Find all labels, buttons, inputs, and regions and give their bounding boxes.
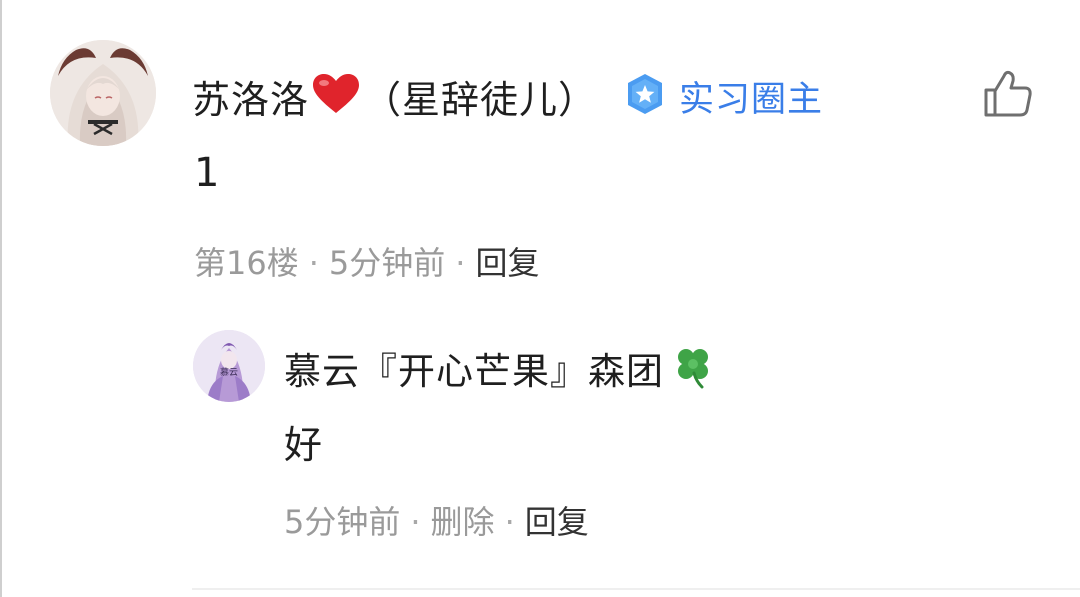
thumbs-up-icon	[982, 70, 1034, 124]
badge-label: 实习圈主	[679, 79, 824, 120]
reply-content: 好	[284, 423, 323, 467]
reply-avatar[interactable]: 慕云	[193, 330, 265, 402]
star-shield-icon	[625, 73, 665, 119]
author-name-suffix[interactable]: （星辞徒儿）	[363, 69, 597, 124]
reply-meta: 5分钟前 · 删除 · 回复	[284, 497, 589, 543]
meta-separator: ·	[504, 503, 515, 541]
meta-separator: ·	[455, 244, 466, 282]
divider	[192, 588, 1080, 590]
timestamp: 5分钟前	[284, 503, 401, 541]
comment-content: 1	[194, 150, 220, 196]
reply-button[interactable]: 回复	[475, 244, 539, 282]
comment-item: 苏洛洛 （星辞徒儿） 实习圈主 1 第16楼 · 5分钟前 · 回复 慕云 慕云…	[0, 0, 1080, 597]
author-row: 苏洛洛 （星辞徒儿） 实习圈主	[192, 66, 823, 126]
heart-icon	[311, 73, 361, 119]
meta-separator: ·	[308, 244, 319, 282]
delete-button[interactable]: 删除	[431, 503, 495, 541]
role-badge[interactable]: 实习圈主	[625, 71, 823, 122]
timestamp: 5分钟前	[328, 244, 446, 282]
comment-meta: 第16楼 · 5分钟前 · 回复	[194, 238, 539, 284]
floor-label: 第16楼	[194, 244, 299, 282]
meta-separator: ·	[410, 503, 421, 541]
avatar[interactable]	[50, 40, 156, 146]
reply-button[interactable]: 回复	[525, 503, 589, 541]
like-button[interactable]	[982, 68, 1034, 120]
svg-text:慕云: 慕云	[220, 366, 238, 378]
reply-author-name[interactable]: 慕云『开心芒果』森团	[284, 341, 664, 395]
four-leaf-clover-icon	[670, 343, 716, 393]
reply-author-row: 慕云『开心芒果』森团	[284, 340, 716, 396]
author-name-prefix[interactable]: 苏洛洛	[192, 69, 309, 124]
